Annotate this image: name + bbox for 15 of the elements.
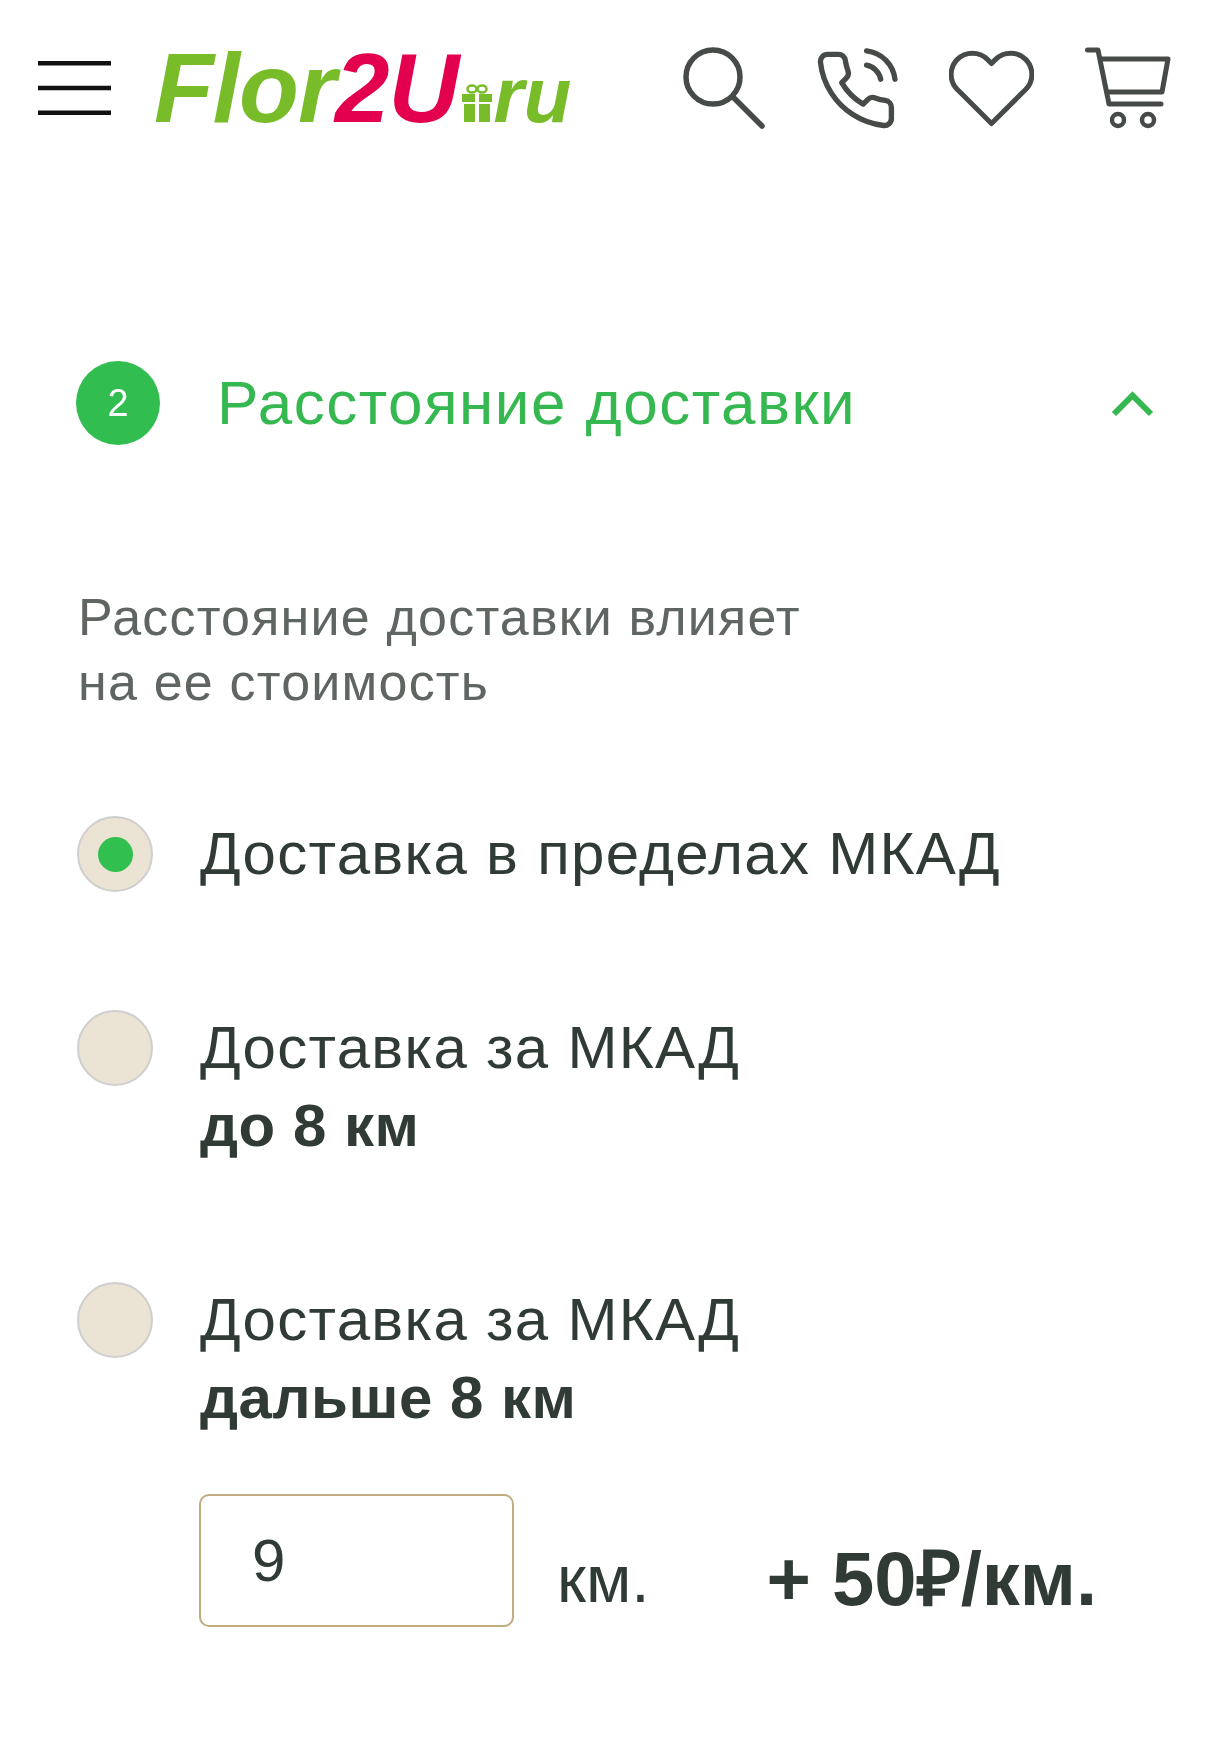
unit-label: км. [557,1546,650,1618]
distance-input[interactable]: 9 [199,1494,514,1627]
option-label[interactable]: Доставка за МКАД [200,1009,741,1087]
price-per-km: + 50₽/км. [766,1541,1098,1623]
heart-icon[interactable] [949,49,1034,127]
cart-icon[interactable] [1085,47,1171,129]
option-label[interactable]: Доставка в пределах МКАД [200,815,1001,893]
phone-icon[interactable] [817,47,898,129]
menu-icon[interactable] [38,61,111,115]
step-number: 2 [76,361,160,445]
option-detail: дальше 8 км [200,1363,577,1433]
search-icon[interactable] [682,46,766,130]
description-text: Расстояние доставки влияет на ее стоимость [78,587,802,713]
option-label[interactable]: Доставка за МКАД [200,1281,741,1359]
option-detail: до 8 км [200,1091,420,1161]
